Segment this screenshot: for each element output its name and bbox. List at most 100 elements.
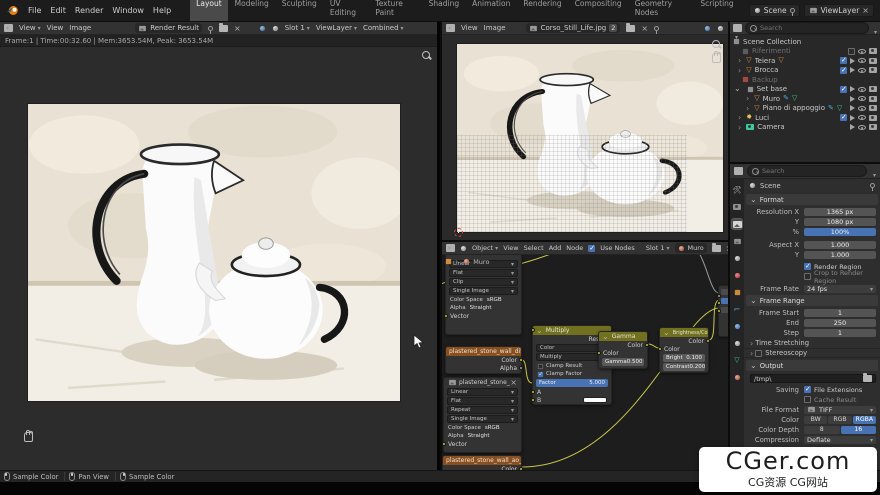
image-selector-row[interactable]: plastered_stone_... [444, 378, 521, 387]
resolution-x-field[interactable]: 1365 px [804, 208, 876, 216]
image-menu[interactable]: Image [69, 24, 91, 32]
zoom-gizmo-icon[interactable] [421, 50, 431, 60]
cache-result-checkbox[interactable] [804, 396, 811, 403]
source-dropdown[interactable]: Single Image [447, 415, 518, 423]
color-rgba-button[interactable]: RGBA [853, 416, 876, 424]
image-texture-node-2[interactable]: plastered_stone_... Linear Flat Repeat S… [443, 377, 522, 453]
layer-dropdown[interactable]: ViewLayer [316, 24, 357, 32]
depth-8-button[interactable]: 8 [804, 426, 840, 434]
node-header[interactable]: plastered_stone_wall_diff_lfe.jpg [446, 347, 521, 356]
vector-input[interactable]: Vector [444, 440, 521, 448]
factor-slider[interactable]: Factor5.000 [536, 379, 608, 387]
frame-step-field[interactable]: 1 [804, 329, 876, 337]
color-input[interactable]: Color [660, 345, 708, 353]
open-image-icon[interactable] [626, 25, 635, 32]
search-input[interactable] [762, 167, 862, 175]
contrast-value-field[interactable]: Contrast0.200 [663, 363, 705, 371]
interpolation-dropdown[interactable]: Linear [447, 388, 518, 396]
outliner-row-riferimenti[interactable]: Riferimenti [730, 47, 880, 57]
select-checkbox[interactable] [840, 114, 847, 121]
image-datablock-selector[interactable]: Render Result [135, 23, 202, 33]
tab-object-data[interactable]: ▽ [732, 355, 742, 365]
tab-physics[interactable] [732, 338, 742, 348]
menu-edit[interactable]: Edit [50, 6, 66, 15]
hide-icon[interactable] [858, 106, 866, 111]
tab-render[interactable] [732, 202, 742, 212]
aspect-x-field[interactable]: 1.000 [804, 241, 876, 249]
new-material-icon[interactable] [712, 245, 721, 252]
tab-layout[interactable]: Layout [190, 0, 228, 21]
tab-sculpting[interactable]: Sculpting [276, 0, 323, 21]
options-icon[interactable] [871, 162, 876, 181]
node-header[interactable]: Brightness/Contrast [660, 328, 708, 337]
resolution-y-field[interactable]: 1080 px [804, 218, 876, 226]
view-menu[interactable]: View [47, 24, 64, 32]
render-canvas[interactable] [0, 47, 437, 470]
display-settings-icon[interactable] [718, 25, 723, 30]
render-visibility-icon[interactable] [869, 96, 877, 102]
expand-icon[interactable] [738, 66, 743, 75]
users-count-badge[interactable]: 2 [609, 24, 617, 32]
stereoscopy-checkbox[interactable] [755, 350, 762, 357]
b-input[interactable]: B [533, 396, 611, 404]
menu-file[interactable]: File [28, 6, 41, 15]
outliner-row-set-base[interactable]: Set base [730, 85, 880, 95]
expand-icon[interactable] [738, 123, 743, 132]
pan-hand-icon[interactable] [24, 432, 33, 442]
tab-modifiers[interactable]: ⌐ [732, 304, 742, 314]
menu-window[interactable]: Window [112, 6, 144, 15]
exclude-checkbox[interactable] [840, 86, 847, 93]
brightness-contrast-node[interactable]: Brightness/Contrast Color Color Bright0.… [659, 327, 709, 373]
use-nodes-checkbox[interactable] [588, 245, 595, 252]
gizmo-icon[interactable] [260, 25, 265, 30]
select-checkbox[interactable] [840, 67, 847, 74]
frame-rate-dropdown[interactable]: 24 fps [804, 285, 876, 293]
view-menu[interactable]: View [461, 24, 478, 32]
projection-dropdown[interactable]: Flat [447, 397, 518, 405]
file-extensions-checkbox[interactable] [804, 386, 811, 393]
menu-render[interactable]: Render [75, 6, 103, 15]
tab-rendering[interactable]: Rendering [517, 0, 567, 21]
outliner-search[interactable] [745, 22, 869, 34]
select-checkbox[interactable] [840, 57, 847, 64]
viewlayer-selector[interactable]: ViewLayer [804, 4, 874, 17]
color-output[interactable]: Color [660, 337, 708, 345]
render-visibility-icon[interactable] [869, 124, 877, 130]
tab-compositing[interactable]: Compositing [569, 0, 628, 21]
slot-dropdown[interactable]: Slot 1 [646, 244, 670, 252]
hide-icon[interactable] [858, 49, 866, 54]
image-menu[interactable]: Image [484, 24, 506, 32]
compression-dropdown[interactable]: Deflate [804, 436, 876, 444]
projection-dropdown[interactable]: Flat [449, 269, 518, 277]
render-visibility-icon[interactable] [869, 58, 877, 64]
expand-icon[interactable] [746, 104, 751, 113]
material-datablock-selector[interactable]: Muro [675, 243, 707, 253]
tab-tool[interactable]: 🛠︎ [732, 185, 742, 195]
tab-shading[interactable]: Shading [423, 0, 465, 21]
frame-start-field[interactable]: 1 [804, 309, 876, 317]
unlink-image-icon[interactable] [234, 24, 241, 33]
exclude-checkbox[interactable] [848, 48, 855, 55]
outliner-row-muro[interactable]: ▽ Muro ✎ ▽ [730, 94, 880, 104]
unlink-icon[interactable] [510, 378, 517, 387]
fake-user-icon[interactable] [208, 26, 213, 31]
hide-icon[interactable] [858, 125, 866, 130]
expand-icon[interactable] [738, 56, 743, 65]
render-visibility-icon[interactable] [869, 115, 877, 121]
selectable-icon[interactable] [850, 105, 855, 111]
hide-icon[interactable] [858, 87, 866, 92]
bright-value-field[interactable]: Bright0.100 [663, 354, 705, 362]
file-format-dropdown[interactable]: TIFF [804, 406, 876, 414]
color-bw-button[interactable]: BW [804, 416, 827, 424]
display-mode-icon[interactable] [733, 24, 742, 32]
tab-texture-paint[interactable]: Texture Paint [369, 0, 421, 21]
source-dropdown[interactable]: Single Image [449, 287, 518, 295]
scene-selector[interactable]: Scene [749, 4, 800, 17]
image-datablock-selector[interactable]: Corso_Still_Life.jpg 2 [526, 23, 621, 33]
add-menu[interactable]: Add [549, 244, 562, 252]
color-output[interactable]: Color [446, 356, 521, 364]
tab-world[interactable] [732, 270, 742, 280]
edge-partial-node[interactable] [718, 285, 728, 337]
frame-range-panel-header[interactable]: Frame Range [746, 295, 878, 306]
alpha-row[interactable]: AlphaStraight [446, 304, 521, 312]
